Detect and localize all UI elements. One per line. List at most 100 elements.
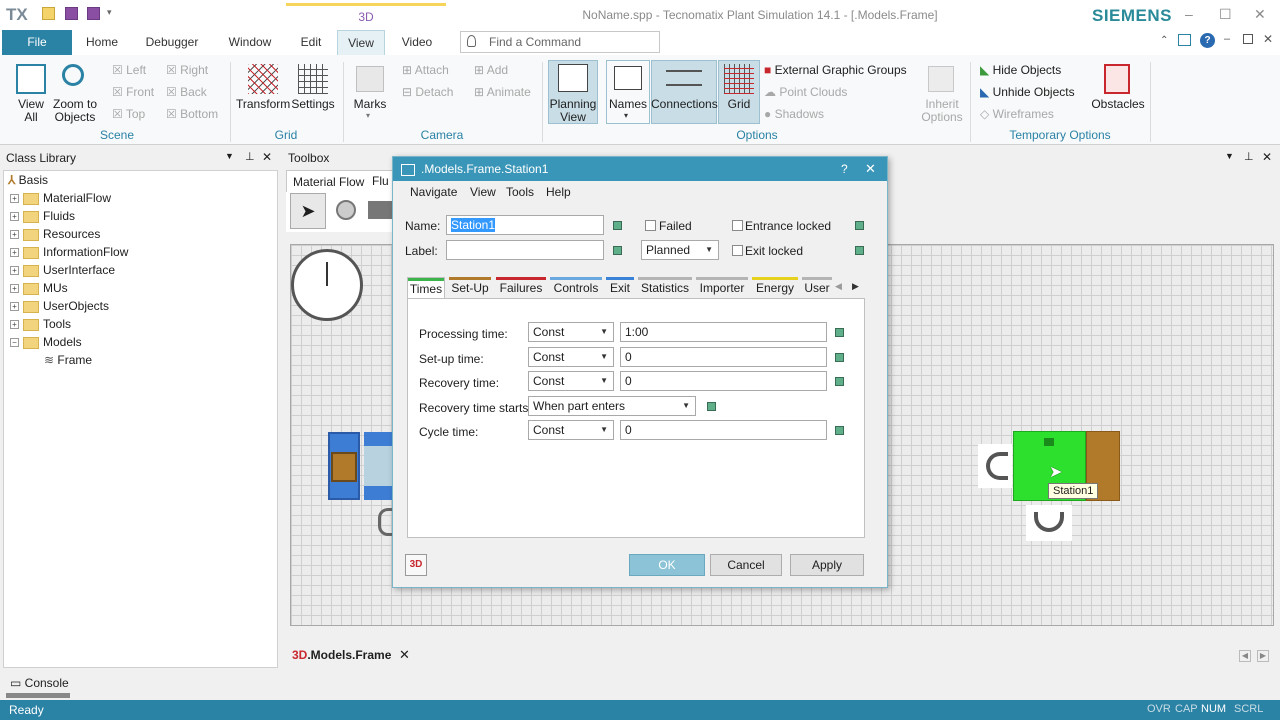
close-frame-tab-icon[interactable]: ✕	[399, 647, 410, 663]
expand-icon[interactable]: +	[10, 266, 19, 276]
customize-quick-access-icon[interactable]: ▾	[107, 7, 112, 18]
tab-energy[interactable]: Energy	[752, 277, 798, 299]
entrance-locked-checkbox[interactable]	[732, 220, 743, 231]
point-clouds-button[interactable]: ☁ Point Clouds	[764, 86, 847, 99]
tab-controls[interactable]: Controls	[550, 277, 602, 299]
hide-objects-button[interactable]: ◣ Hide Objects	[980, 64, 1061, 77]
tree-item-basis[interactable]: ⅄ Basis	[8, 171, 48, 189]
pin-icon[interactable]: ⊥	[245, 150, 255, 163]
expand-icon[interactable]: +	[10, 194, 19, 204]
tree-item-frame[interactable]: ≋ Frame	[44, 351, 92, 369]
connections-button[interactable]: Connections	[651, 98, 718, 111]
menu-navigate[interactable]: Navigate	[410, 185, 457, 199]
expand-icon[interactable]: +	[10, 212, 19, 222]
dialog-help-button[interactable]: ?	[841, 162, 848, 176]
name-inherit-toggle[interactable]	[613, 221, 622, 230]
inherit-options-button[interactable]: Inherit Options	[916, 98, 968, 124]
attach-button[interactable]: ⊞ Attach	[402, 64, 449, 77]
collapse-ribbon-icon[interactable]: ⌃	[1160, 35, 1168, 46]
tree-item-informationflow[interactable]: + InformationFlow	[10, 243, 128, 261]
collapse-icon[interactable]: −	[10, 338, 19, 348]
setup-time-type[interactable]: Const ▼	[528, 347, 614, 367]
recovery-starts-inherit-toggle[interactable]	[707, 402, 716, 411]
add-button[interactable]: ⊞ Add	[474, 64, 508, 77]
label-field[interactable]	[446, 240, 604, 260]
toolbox-close-icon[interactable]: ✕	[1262, 150, 1272, 164]
view-all-button[interactable]: View All	[10, 98, 52, 124]
tab-debugger[interactable]: Debugger	[140, 30, 204, 55]
panel-close-icon[interactable]: ✕	[262, 150, 272, 164]
planning-view-button[interactable]: Planning View	[548, 98, 598, 124]
animate-button[interactable]: ⊞ Animate	[474, 86, 531, 99]
front-view-button[interactable]: ☒ Front	[112, 86, 154, 99]
setup-time-field[interactable]: 0	[620, 347, 827, 367]
child-restore-icon[interactable]	[1243, 34, 1253, 44]
top-view-button[interactable]: ☒ Top	[112, 108, 145, 121]
tree-item-mus[interactable]: + MUs	[10, 279, 68, 297]
tab-scroll-right-icon[interactable]: ▶	[852, 281, 859, 292]
tree-item-userobjects[interactable]: + UserObjects	[10, 297, 109, 315]
menu-help[interactable]: Help	[546, 185, 571, 199]
entrance-inherit-toggle[interactable]	[855, 221, 864, 230]
panel-menu-icon[interactable]: ▼	[225, 151, 234, 161]
tree-item-resources[interactable]: + Resources	[10, 225, 100, 243]
failed-checkbox[interactable]	[645, 220, 656, 231]
bottom-view-button[interactable]: ☒ Bottom	[166, 108, 218, 121]
marks-button[interactable]: Marks	[348, 98, 392, 111]
shadows-button[interactable]: ● Shadows	[764, 108, 824, 121]
marks-dropdown-icon[interactable]: ▾	[366, 111, 370, 120]
child-minimize-icon[interactable]: –	[1224, 33, 1230, 45]
expand-icon[interactable]: +	[10, 230, 19, 240]
external-graphic-groups-button[interactable]: ■ External Graphic Groups	[764, 64, 907, 77]
tab-view[interactable]: View	[337, 30, 385, 55]
cycle-inherit-toggle[interactable]	[835, 426, 844, 435]
scroll-left-icon[interactable]: ◀	[1239, 650, 1251, 662]
menu-view[interactable]: View	[470, 185, 496, 199]
expand-icon[interactable]: +	[10, 320, 19, 330]
names-dropdown-icon[interactable]: ▾	[624, 111, 628, 120]
unhide-objects-button[interactable]: ◣ Unhide Objects	[980, 86, 1075, 99]
tree-item-materialflow[interactable]: + MaterialFlow	[10, 189, 111, 207]
cycle-time-field[interactable]: 0	[620, 420, 827, 440]
toolbox-menu-icon[interactable]: ▼	[1225, 151, 1234, 161]
back-view-button[interactable]: ☒ Back	[166, 86, 207, 99]
zoom-to-objects-button[interactable]: Zoom to Objects	[52, 98, 98, 124]
exit-inherit-toggle[interactable]	[855, 246, 864, 255]
tab-user[interactable]: User	[802, 277, 832, 299]
setup-inherit-toggle[interactable]	[835, 353, 844, 362]
menu-tools[interactable]: Tools	[506, 185, 534, 199]
tab-times[interactable]: Times	[407, 277, 445, 299]
recovery-inherit-toggle[interactable]	[835, 377, 844, 386]
planned-dropdown[interactable]: Planned ▼	[641, 240, 719, 260]
cancel-button[interactable]: Cancel	[710, 554, 782, 576]
tree-item-userinterface[interactable]: + UserInterface	[10, 261, 115, 279]
toolbox-pin-icon[interactable]: ⊥	[1244, 150, 1254, 163]
new-file-icon[interactable]	[42, 7, 55, 20]
save-icon[interactable]	[65, 7, 78, 20]
pointer-tool-icon[interactable]: ➤	[290, 193, 326, 229]
tree-item-tools[interactable]: + Tools	[10, 315, 71, 333]
recovery-starts-dropdown[interactable]: When part enters ▼	[528, 396, 696, 416]
find-command-input[interactable]: Find a Command	[460, 31, 660, 53]
tab-video[interactable]: Video	[396, 30, 438, 55]
dialog-close-button[interactable]: ✕	[865, 161, 876, 177]
wireframes-button[interactable]: ◇ Wireframes	[980, 108, 1054, 121]
processing-time-type[interactable]: Const ▼	[528, 322, 614, 342]
tab-edit[interactable]: Edit	[294, 30, 328, 55]
3d-properties-button[interactable]: 3D	[405, 554, 427, 576]
maximize-button[interactable]: ☐	[1219, 6, 1232, 23]
help-icon[interactable]: ?	[1200, 33, 1215, 48]
tab-statistics[interactable]: Statistics	[638, 277, 692, 299]
names-button[interactable]: Names	[606, 98, 650, 111]
expand-icon[interactable]: +	[10, 284, 19, 294]
scroll-right-icon[interactable]: ▶	[1257, 650, 1269, 662]
processing-inherit-toggle[interactable]	[835, 328, 844, 337]
console-tab[interactable]: ▭ Console	[10, 676, 69, 690]
ok-button[interactable]: OK	[629, 554, 705, 576]
grid-settings-button[interactable]: Settings	[290, 98, 336, 111]
save-as-icon[interactable]	[87, 7, 100, 20]
processing-time-field[interactable]: 1:00	[620, 322, 827, 342]
tree-item-models[interactable]: − Models	[10, 333, 82, 351]
tab-importer[interactable]: Importer	[696, 277, 748, 299]
tab-set-up[interactable]: Set-Up	[449, 277, 491, 299]
